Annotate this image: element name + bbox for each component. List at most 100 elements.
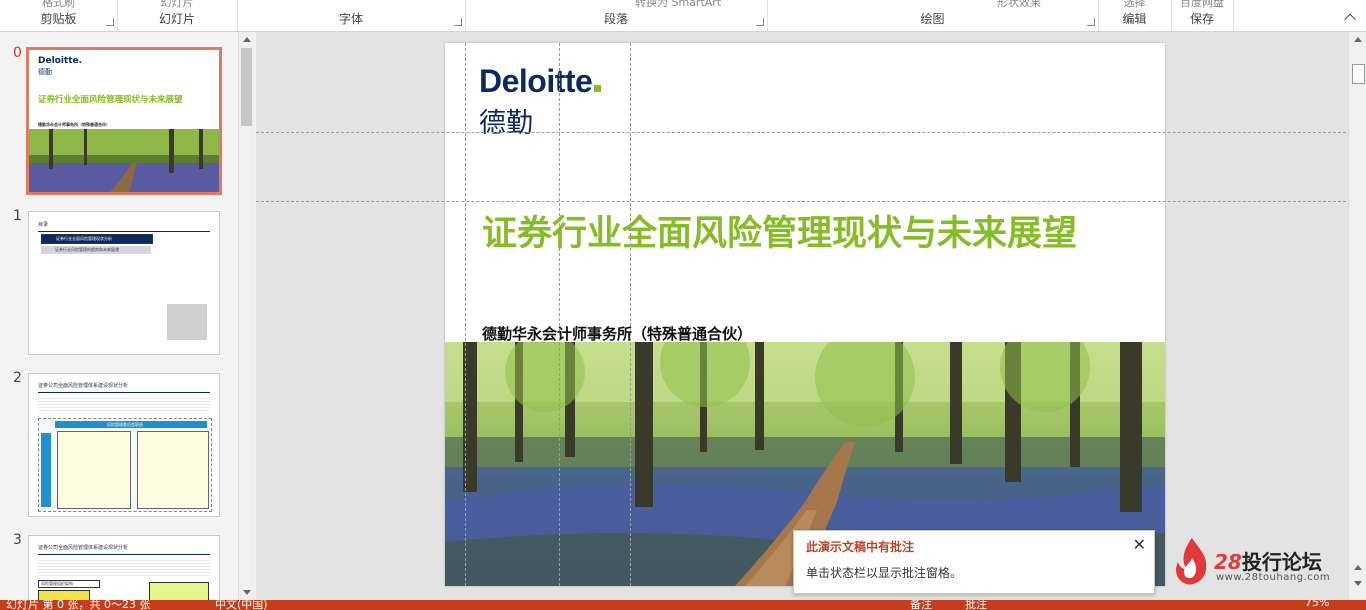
notes-button[interactable]: 备注: [910, 600, 932, 610]
toc-item-text: 证券行业风险管理的趋势和未来展望: [55, 247, 119, 252]
ribbon-group-save: 百度网盘 保存: [1171, 0, 1234, 31]
collapse-ribbon-icon[interactable]: [1344, 11, 1356, 23]
watermark-title: 28投行论坛: [1214, 546, 1322, 575]
guide-horizontal[interactable]: [256, 201, 1346, 202]
guide-vertical[interactable]: [559, 43, 560, 586]
thumbnail-title: 证券行业全面风险管理现状与未来展望: [38, 95, 183, 105]
comments-button[interactable]: 批注: [965, 600, 987, 610]
thumbnail-heading: 证券公司全面风险管理体系建设现状分析: [38, 545, 129, 551]
ribbon-clipped-label: 转换为 SmartArt: [635, 0, 722, 9]
slide-thumbnail-0[interactable]: Deloitte. 德勤 证券行业全面风险管理现状与未来展望 德勤华永会计师事务…: [26, 47, 222, 195]
diagram-box: [57, 431, 131, 509]
thumbnail-heading: 目录: [38, 222, 49, 228]
deloitte-logo-cn: 德勤: [479, 108, 533, 139]
ribbon-group-slides: 幻灯片 幻灯片: [117, 0, 238, 31]
ribbon-group-label: 编辑: [1122, 12, 1147, 26]
thumbnail-rule: [38, 231, 210, 232]
slide-thumbnail-1[interactable]: 目录 证券行业全面风险管理现状分析 证券行业风险管理的趋势和未来展望: [28, 211, 220, 355]
scrollbar-thumb[interactable]: [241, 48, 252, 126]
ribbon-group-label: 字体: [338, 12, 363, 26]
thumbnail-number: 1: [13, 208, 22, 224]
slide-thumbnail-3[interactable]: 证券公司全面风险管理体系建设现状分析 风险管理组织架构: [28, 535, 220, 600]
dialog-launcher-icon[interactable]: [756, 18, 764, 26]
slide-thumbnail-pane: 0 Deloitte. 德勤 证券行业全面风险管理现状与未来展望 德勤华永会计师…: [0, 32, 256, 600]
dialog-launcher-icon[interactable]: [1087, 18, 1095, 26]
toc-item-bar: 证券行业风险管理的趋势和未来展望: [41, 246, 151, 254]
watermark-name: 投行论坛: [1241, 550, 1322, 574]
thumbnail-text-block: [38, 558, 210, 576]
guide-vertical[interactable]: [630, 43, 631, 586]
thumbnail-subtitle: 德勤华永会计师事务所（特殊普通合伙）: [38, 122, 110, 127]
close-icon[interactable]: ✕: [1133, 535, 1146, 554]
ribbon-group-label: 段落: [603, 12, 628, 26]
slide-subtitle[interactable]: 德勤华永会计师事务所（特殊普通合伙）: [482, 323, 752, 344]
scroll-up-icon[interactable]: [1354, 37, 1362, 42]
slide-thumbnail-2[interactable]: 证券公司全面风险管理体系建设现状分析 风险管理委员会职责: [28, 373, 220, 517]
thumbnail-text-block: [38, 396, 210, 412]
ribbon-clipped-label: 百度网盘: [1180, 0, 1224, 9]
thumbnail-forest-image: [29, 129, 219, 192]
ribbon-clipped-label: 幻灯片: [160, 0, 194, 9]
slide-canvas[interactable]: Deloitte 德勤 证券行业全面风险管理现状与未来展望 德勤华永会计师事务所…: [445, 43, 1165, 586]
diagram-side-bar: [41, 433, 51, 507]
thumbnail-scrollbar[interactable]: [238, 32, 255, 600]
comments-notification[interactable]: 此演示文稿中有批注 单击状态栏以显示批注窗格。 ✕: [793, 530, 1155, 594]
thumbnail-rule: [38, 392, 210, 393]
dialog-launcher-icon[interactable]: [454, 18, 462, 26]
ribbon-group-clipboard: 格式刷 剪贴板: [0, 0, 118, 31]
status-slide-info[interactable]: 幻灯片 第 0 张，共 0～23 张: [6, 600, 150, 610]
diagram-header-text: 风险管理委员会职责: [107, 422, 143, 427]
ribbon-group-label: 剪贴板: [40, 12, 77, 26]
logo-text: Deloitte: [479, 63, 593, 99]
scroll-down-icon[interactable]: [243, 590, 251, 595]
thumbnail-logo: Deloitte.: [38, 56, 83, 66]
previous-slide-icon[interactable]: [1354, 565, 1362, 570]
ribbon-clipped-label: 选择: [1123, 0, 1146, 9]
notification-title: 此演示文稿中有批注: [806, 540, 915, 554]
scrollbar-thumb[interactable]: [1352, 64, 1365, 84]
thumbnail-number: 2: [13, 370, 22, 386]
deloitte-logo: Deloitte: [479, 63, 602, 100]
thumbnail-hand-image: [167, 304, 207, 340]
status-bar: 幻灯片 第 0 张，共 0～23 张 中文(中国) 备注 批注 75%: [0, 600, 1366, 610]
guide-vertical[interactable]: [465, 43, 466, 586]
ribbon-group-label: 绘图: [920, 12, 945, 26]
watermark-url: www.28touhang.com: [1216, 572, 1331, 583]
thumbnail-number: 0: [13, 45, 22, 61]
watermark-number: 28: [1214, 550, 1242, 574]
notification-message: 单击状态栏以显示批注窗格。: [806, 566, 963, 580]
slide-title[interactable]: 证券行业全面风险管理现状与未来展望: [482, 205, 1077, 256]
toc-item-bar: 证券行业全面风险管理现状分析: [41, 234, 153, 244]
ribbon: 格式刷 剪贴板 幻灯片 幻灯片 字体 转换为 SmartArt 段落 形状效果 …: [0, 0, 1366, 32]
status-language[interactable]: 中文(中国): [215, 600, 268, 610]
diagram-label: 风险管理组织架构: [38, 580, 100, 588]
site-watermark: 28投行论坛 www.28touhang.com: [1172, 536, 1342, 588]
diagram-box: [149, 582, 209, 600]
diagram-box: [38, 590, 90, 600]
next-slide-icon[interactable]: [1354, 581, 1362, 586]
ribbon-group-drawing: 形状效果 绘图: [767, 0, 1099, 31]
dialog-launcher-icon[interactable]: [106, 18, 114, 26]
editor-scrollbar[interactable]: [1348, 32, 1366, 600]
slide-editor: Deloitte 德勤 证券行业全面风险管理现状与未来展望 德勤华永会计师事务所…: [256, 32, 1346, 600]
thumbnail-heading: 证券公司全面风险管理体系建设现状分析: [38, 383, 129, 389]
ribbon-group-paragraph: 转换为 SmartArt 段落: [465, 0, 768, 31]
thumbnail-diagram: 风险管理委员会职责: [38, 418, 212, 512]
ribbon-clipped-label: 形状效果: [997, 0, 1041, 9]
logo-dot-icon: [594, 85, 602, 92]
diagram-label-text: 风险管理组织架构: [41, 581, 73, 586]
flame-icon: [1176, 538, 1207, 585]
ribbon-group-font: 字体: [237, 0, 466, 31]
ribbon-group-label: 保存: [1189, 12, 1214, 26]
zoom-level[interactable]: 75%: [1305, 600, 1329, 609]
thumbnail-logo-cn: 德勤: [38, 68, 52, 76]
diagram-header: 风险管理委员会职责: [55, 421, 207, 428]
diagram-box: [137, 431, 209, 509]
scroll-up-icon[interactable]: [243, 37, 251, 42]
ribbon-group-editing: 选择 编辑: [1098, 0, 1172, 31]
ribbon-group-label: 幻灯片: [158, 12, 195, 26]
toc-item-text: 证券行业全面风险管理现状分析: [56, 236, 112, 241]
thumbnail-number: 3: [13, 532, 22, 548]
guide-horizontal[interactable]: [256, 132, 1346, 133]
thumbnail-rule: [38, 554, 210, 555]
